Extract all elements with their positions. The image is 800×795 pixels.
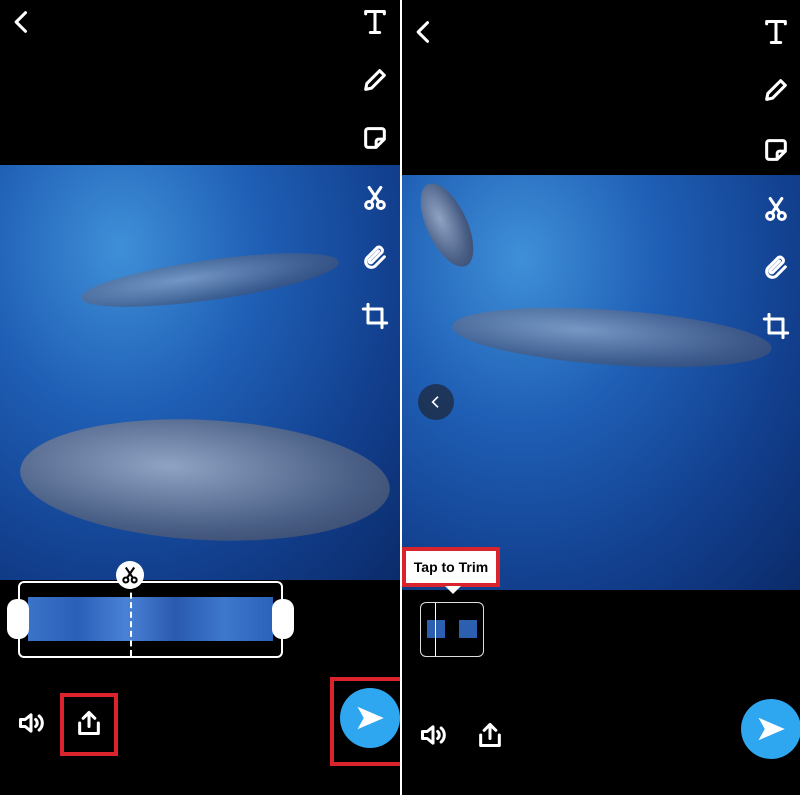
sticker-icon[interactable] [759, 133, 793, 167]
frame-thumb [427, 620, 445, 638]
paperclip-icon[interactable] [358, 241, 392, 275]
pencil-icon[interactable] [358, 63, 392, 97]
playhead [435, 603, 436, 656]
share-button[interactable] [473, 718, 507, 752]
send-icon [756, 714, 786, 744]
back-icon[interactable] [407, 15, 441, 49]
sticker-icon[interactable] [358, 121, 392, 155]
crop-icon[interactable] [358, 299, 392, 333]
tap-to-trim-tooltip: Tap to Trim [402, 547, 500, 587]
text-icon[interactable] [759, 15, 793, 49]
segment-thumbnail[interactable] [420, 602, 484, 657]
sound-icon[interactable] [14, 706, 48, 740]
split-scissors-button[interactable] [116, 561, 144, 589]
fish [409, 175, 485, 275]
sound-icon[interactable] [416, 718, 450, 752]
previous-segment-button[interactable] [418, 384, 454, 420]
chevron-left-icon [428, 394, 444, 410]
scissors-icon [120, 565, 140, 585]
pencil-icon[interactable] [759, 73, 793, 107]
highlight-share [60, 693, 118, 756]
trim-handle-left[interactable] [7, 599, 29, 639]
trim-handle-right[interactable] [272, 599, 294, 639]
scissors-icon[interactable] [759, 192, 793, 226]
video-preview[interactable] [0, 165, 400, 580]
text-icon[interactable] [358, 5, 392, 39]
scissors-icon[interactable] [358, 181, 392, 215]
send-button[interactable] [741, 699, 800, 759]
shark [450, 298, 774, 377]
frame-thumb [459, 620, 477, 638]
crop-icon[interactable] [759, 309, 793, 343]
split-line [130, 583, 132, 656]
tooltip-arrow [445, 586, 461, 594]
paperclip-icon[interactable] [759, 251, 793, 285]
back-icon[interactable] [5, 5, 39, 39]
fish [17, 410, 393, 550]
left-screen [0, 0, 400, 795]
shark [78, 242, 342, 318]
right-screen: Tap to Trim [402, 0, 800, 795]
video-preview[interactable] [402, 175, 800, 590]
highlight-send [330, 677, 400, 766]
timeline-frames [28, 597, 273, 641]
trim-timeline[interactable] [18, 581, 283, 658]
